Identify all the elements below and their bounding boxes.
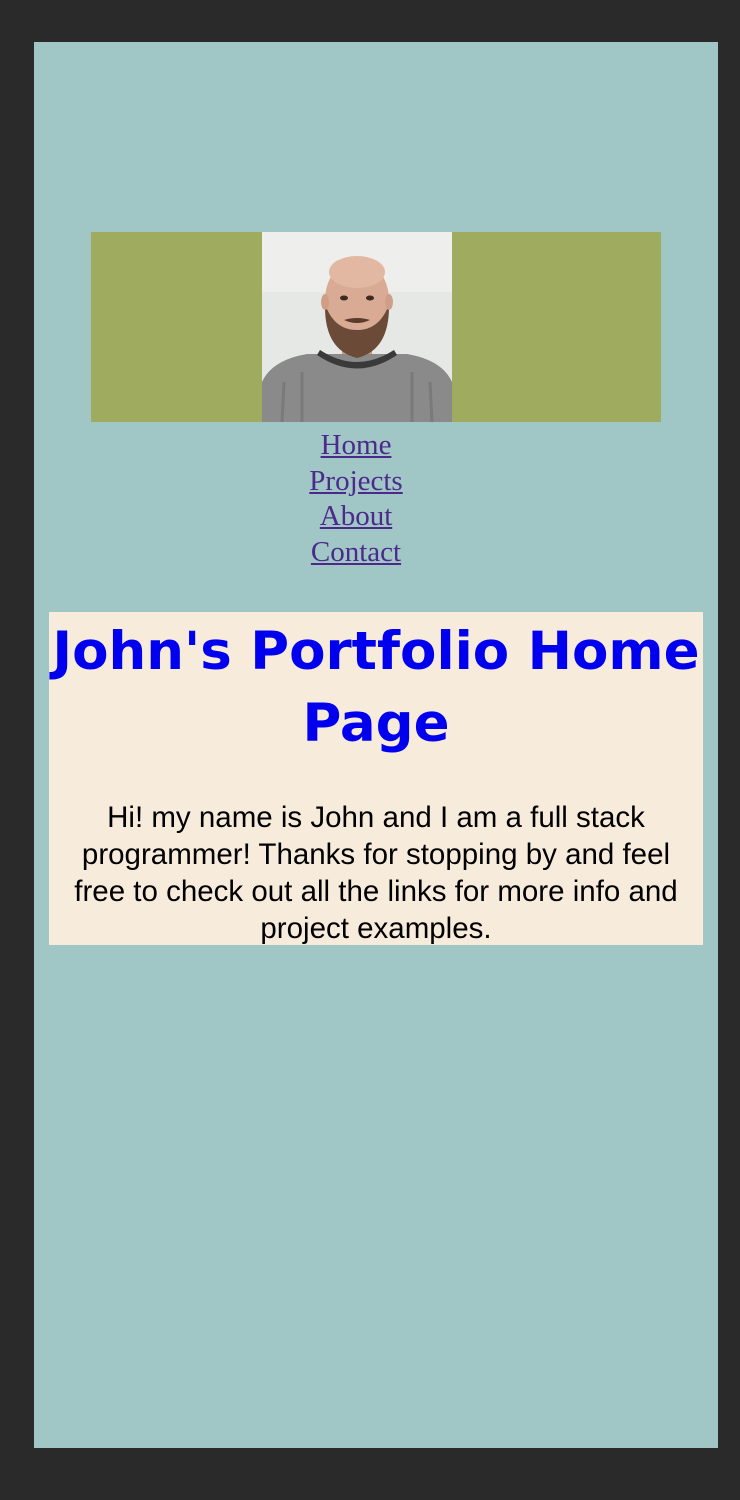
intro-section: John's Portfolio Home Page Hi! my name i… [49,612,703,945]
intro-text: Hi! my name is John and I am a full stac… [74,801,678,945]
nav-link-about[interactable]: About [34,499,678,535]
nav-link-projects[interactable]: Projects [34,464,678,500]
page-title: John's Portfolio Home Page [52,621,700,754]
nav-link-home[interactable]: Home [34,428,678,464]
main-nav: Home Projects About Contact [34,428,678,570]
profile-photo-icon [262,232,452,422]
header-banner [91,232,661,422]
nav-link-contact[interactable]: Contact [34,535,678,571]
page-background: Home Projects About Contact John's Portf… [34,42,718,1448]
